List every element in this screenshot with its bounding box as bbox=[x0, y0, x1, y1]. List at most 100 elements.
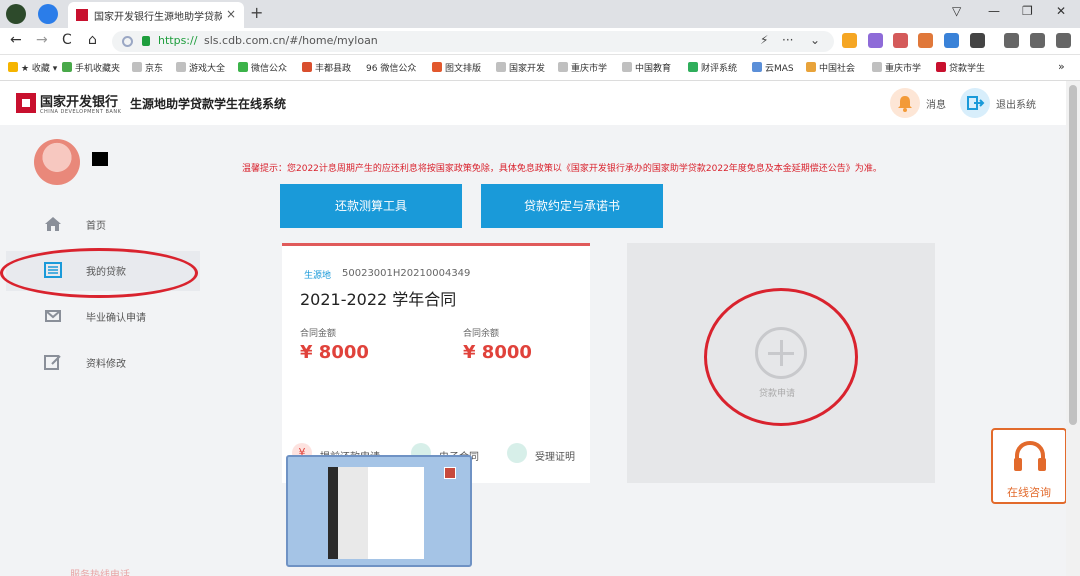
lightning-icon[interactable]: ⚡ bbox=[760, 33, 768, 47]
bookmark-item[interactable]: 图文排版 bbox=[432, 61, 481, 74]
apps-grid-icon[interactable] bbox=[970, 33, 985, 48]
logo-text: 国家开发银行 bbox=[40, 95, 119, 110]
pinned-tab-icon[interactable] bbox=[38, 4, 58, 24]
tab-close-icon[interactable]: × bbox=[226, 7, 236, 21]
close-window-button[interactable]: ✕ bbox=[1056, 4, 1066, 18]
repayment-calculator-button[interactable]: 还款测算工具 bbox=[280, 184, 462, 228]
preview-list bbox=[338, 467, 368, 559]
menu-icon[interactable] bbox=[1056, 33, 1071, 48]
bookmark-item[interactable]: 丰都县政 bbox=[302, 61, 351, 74]
avatar[interactable] bbox=[34, 139, 80, 185]
preview-close-icon[interactable] bbox=[444, 467, 456, 479]
system-title: 生源地助学贷款学生在线系统 bbox=[130, 97, 287, 111]
browser-logo-icon[interactable] bbox=[6, 4, 26, 24]
dropdown-icon[interactable]: ⌄ bbox=[810, 33, 820, 47]
site-info-icon[interactable] bbox=[122, 36, 133, 47]
window-preview-thumbnail[interactable] bbox=[286, 455, 472, 567]
browser-tab-bar: 国家开发银行生源地助学贷款 × + ▽ — ❐ ✕ bbox=[0, 0, 1080, 28]
contract-number: 50023001H20210004349 bbox=[342, 268, 471, 279]
bookmark-item[interactable]: 手机收藏夹 bbox=[62, 61, 120, 74]
purple-extension-icon[interactable] bbox=[868, 33, 883, 48]
bell-icon bbox=[890, 88, 920, 118]
headset-icon bbox=[1014, 440, 1046, 471]
contract-title: 2021-2022 学年合同 bbox=[300, 290, 457, 309]
globe-icon bbox=[132, 62, 142, 72]
bookmarks-more-icon[interactable]: » bbox=[1058, 60, 1065, 73]
sidebar: 首页 我的贷款 毕业确认申请 资料修改 bbox=[6, 125, 200, 576]
preview-screenshot bbox=[328, 467, 424, 559]
shield-extension-icon[interactable] bbox=[842, 33, 857, 48]
tab-menu-icon[interactable]: ▽ bbox=[952, 4, 961, 18]
bookmark-item[interactable]: 重庆市学 bbox=[558, 61, 607, 74]
bookmark-item[interactable]: 云MAS bbox=[752, 61, 794, 74]
more-icon[interactable]: ··· bbox=[782, 33, 793, 47]
forward-button[interactable]: → bbox=[36, 32, 48, 48]
browser-tab-active[interactable]: 国家开发银行生源地助学贷款 × bbox=[68, 2, 244, 28]
loan-agreement-button[interactable]: 贷款约定与承诺书 bbox=[481, 184, 663, 228]
sidebar-item-home[interactable]: 首页 bbox=[6, 205, 200, 245]
annotation-circle bbox=[0, 248, 198, 298]
loan-type-badge: 生源地 bbox=[304, 271, 332, 281]
bookmark-item[interactable]: 游戏大全 bbox=[176, 61, 225, 74]
logout-button[interactable]: 退出系统 bbox=[960, 88, 1050, 118]
bookmark-item[interactable]: 贷款学生 bbox=[936, 61, 985, 74]
scrollbar-thumb[interactable] bbox=[1069, 85, 1077, 425]
address-bar[interactable]: https:// sls.cdb.com.cn/#/home/myloan ⚡ … bbox=[112, 31, 834, 52]
sidebar-item-label: 毕业确认申请 bbox=[86, 313, 146, 324]
maximize-button[interactable]: ❐ bbox=[1022, 4, 1033, 18]
cdb-favicon-icon bbox=[936, 62, 946, 72]
back-button[interactable]: ← bbox=[10, 32, 22, 48]
loan-contract-card[interactable]: 生源地 50023001H20210004349 2021-2022 学年合同 … bbox=[282, 243, 590, 483]
sidebar-item-profile-edit[interactable]: 资料修改 bbox=[6, 343, 200, 383]
bookmark-item[interactable]: 微信公众 bbox=[238, 61, 287, 74]
cdb-favicon-icon bbox=[76, 9, 88, 21]
username-redacted bbox=[92, 152, 108, 166]
page-scrollbar[interactable] bbox=[1066, 81, 1080, 576]
bookmark-item[interactable]: 中国社会 bbox=[806, 61, 855, 74]
browser-toolbar: ← → C ⌂ https:// sls.cdb.com.cn/#/home/m… bbox=[0, 28, 1080, 55]
minimize-button[interactable]: — bbox=[988, 4, 1000, 18]
scissors-icon[interactable] bbox=[893, 33, 908, 48]
gov-icon bbox=[302, 62, 312, 72]
edit-icon bbox=[44, 355, 61, 370]
bookmark-icon bbox=[8, 62, 18, 72]
online-consult-button[interactable]: 在线咨询 bbox=[991, 428, 1067, 504]
sidebar-item-label: 资料修改 bbox=[86, 359, 126, 370]
reload-button[interactable]: C bbox=[62, 32, 72, 48]
logout-icon bbox=[960, 88, 990, 118]
acceptance-proof-link[interactable]: 受理证明 bbox=[507, 443, 587, 465]
new-tab-button[interactable]: + bbox=[250, 3, 263, 22]
tab-title: 国家开发银行生源地助学贷款 bbox=[94, 12, 222, 23]
cart-icon bbox=[806, 62, 816, 72]
online-consult-label: 在线咨询 bbox=[1007, 486, 1051, 499]
undo-icon[interactable] bbox=[1030, 33, 1045, 48]
download-icon[interactable] bbox=[1004, 33, 1019, 48]
bookmark-item[interactable]: 重庆市学 bbox=[872, 61, 921, 74]
logout-label: 退出系统 bbox=[996, 100, 1036, 111]
globe-icon bbox=[622, 62, 632, 72]
globe-icon bbox=[496, 62, 506, 72]
acceptance-proof-label: 受理证明 bbox=[535, 452, 575, 463]
home-button[interactable]: ⌂ bbox=[88, 32, 97, 48]
game-extension-icon[interactable] bbox=[918, 33, 933, 48]
bookmark-item[interactable]: 96 微信公众 bbox=[366, 61, 416, 74]
sidebar-item-graduation-confirm[interactable]: 毕业确认申请 bbox=[6, 297, 200, 337]
bookmark-item[interactable]: 国家开发 bbox=[496, 61, 545, 74]
messages-button[interactable]: 消息 bbox=[890, 88, 956, 118]
globe-icon bbox=[176, 62, 186, 72]
bookmark-item[interactable]: 财评系统 bbox=[688, 61, 737, 74]
amount-label: 合同金额 bbox=[300, 329, 337, 339]
bookmark-item[interactable]: 京东 bbox=[132, 61, 163, 74]
bookmarks-bar: ★ 收藏 ▾ 手机收藏夹 京东 游戏大全 微信公众 丰都县政 96 微信公众 图… bbox=[0, 55, 1080, 81]
contract-amount: ¥ 8000 bbox=[300, 342, 369, 363]
cdb-logo-icon bbox=[16, 93, 36, 113]
url-scheme: https:// bbox=[158, 34, 198, 47]
bookmark-item[interactable]: 中国教育 bbox=[622, 61, 671, 74]
search-extension-icon[interactable] bbox=[944, 33, 959, 48]
sidebar-item-label: 首页 bbox=[86, 221, 106, 232]
bookmark-item[interactable]: ★ 收藏 ▾ bbox=[8, 61, 57, 74]
logo-subtext: CHINA DEVELOPMENT BANK bbox=[40, 109, 122, 115]
graduation-icon bbox=[45, 310, 61, 322]
layout-icon bbox=[432, 62, 442, 72]
certificate-icon bbox=[507, 443, 527, 463]
